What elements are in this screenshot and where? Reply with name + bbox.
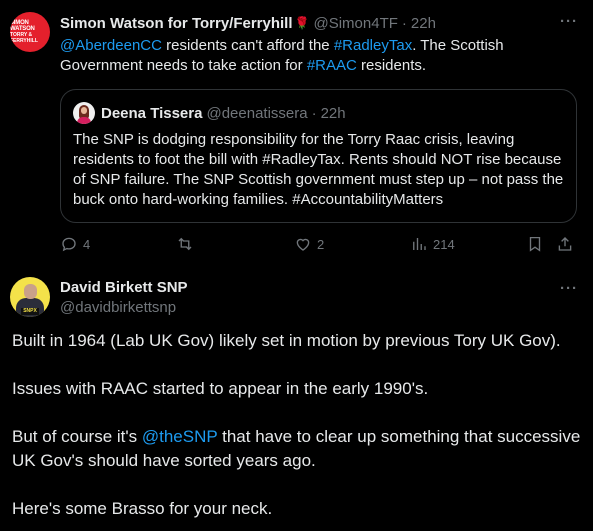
share-icon	[558, 237, 572, 251]
avatar-text-line1: SIMON WATSON	[10, 20, 35, 32]
quote-text: The SNP is dodging responsibility for th…	[73, 131, 564, 208]
avatar[interactable]: SIMON WATSON TORRY & FERRYHILL	[10, 12, 50, 52]
avatar[interactable]: SNPX	[10, 277, 50, 317]
share-button[interactable]	[556, 234, 574, 254]
text-segment: residents can't afford the	[161, 37, 334, 54]
paragraph: Here's some Brasso for your neck.	[12, 499, 273, 518]
tweet-simon-watson[interactable]: SIMON WATSON TORRY & FERRYHILL Simon Wat…	[0, 0, 593, 268]
view-count: 214	[433, 236, 455, 252]
handle[interactable]: @davidbirkettsnp	[60, 299, 176, 317]
avatar-badge: SNPX	[21, 308, 39, 315]
bookmark-icon	[529, 236, 541, 252]
tweet-body: Built in 1964 (Lab UK Gov) likely set in…	[12, 329, 582, 531]
reply-icon	[62, 237, 76, 252]
tweet-header: Simon Watson for Torry/Ferryhill 🌹 @Simo…	[60, 13, 436, 33]
quote-timestamp: 22h	[320, 104, 346, 122]
paragraph: Built in 1964 (Lab UK Gov) likely set in…	[12, 331, 561, 350]
text-segment: residents.	[356, 57, 427, 74]
bookmark-button[interactable]	[526, 234, 544, 254]
retweet-icon	[178, 237, 192, 251]
avatar-text-line2: TORRY & FERRYHILL	[10, 32, 38, 44]
hashtag-link[interactable]: #RAAC	[307, 57, 357, 74]
reply-count: 4	[83, 236, 91, 252]
like-button[interactable]: 2	[294, 234, 324, 254]
paragraph: Issues with RAAC started to appear in th…	[12, 379, 429, 398]
display-name[interactable]: Simon Watson for Torry/Ferryhill	[60, 15, 293, 32]
timestamp[interactable]: 22h	[411, 15, 436, 32]
retweet-button[interactable]	[176, 234, 199, 254]
quoted-tweet[interactable]: Deena Tissera @deenatissera · 22h The SN…	[60, 89, 577, 223]
separator: ·	[401, 14, 407, 32]
mention-link[interactable]: @AberdeenCC	[60, 37, 162, 54]
handle[interactable]: @Simon4TF	[313, 15, 397, 32]
separator: ·	[311, 104, 317, 122]
quote-handle: @deenatissera	[206, 104, 308, 122]
text-segment: But of course it's	[12, 427, 142, 446]
tweet-text: @AberdeenCC residents can't afford the #…	[60, 36, 580, 76]
paragraph: But of course it's @theSNP that have to …	[12, 425, 582, 473]
hashtag-link[interactable]: #RadleyTax	[334, 37, 412, 54]
rose-icon: 🌹	[294, 16, 310, 30]
display-name[interactable]: David Birkett SNP	[60, 279, 188, 297]
reply-button[interactable]: 4	[60, 234, 90, 254]
quote-avatar	[73, 102, 95, 124]
views-button[interactable]: 214	[410, 234, 455, 254]
action-bar: 4 2 214	[60, 234, 580, 254]
more-options-icon[interactable]: ···	[560, 280, 578, 297]
quote-display-name: Deena Tissera	[101, 104, 203, 122]
quote-header: Deena Tissera @deenatissera · 22h	[101, 103, 346, 123]
heart-icon	[296, 238, 310, 251]
analytics-icon	[413, 238, 426, 250]
like-count: 2	[317, 236, 325, 252]
mention-link[interactable]: @theSNP	[142, 427, 218, 446]
more-options-icon[interactable]: ···	[560, 13, 578, 30]
